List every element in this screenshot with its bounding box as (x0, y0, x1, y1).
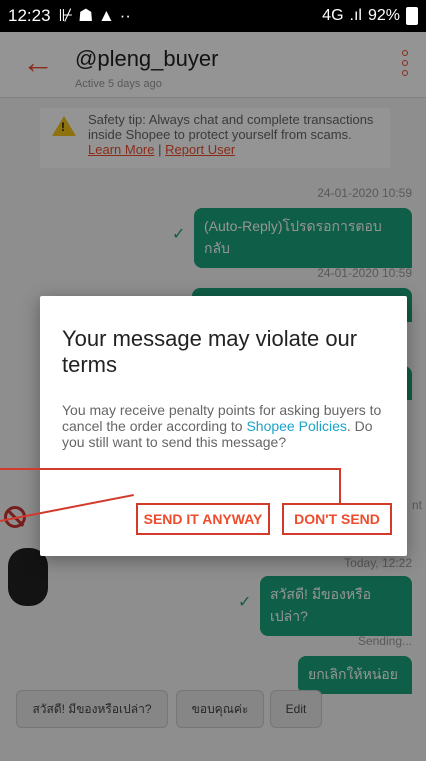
app-screen: 12:23 ⊮ ☗ ▲ ·· 4G .ıl 92% ← @pleng_buyer… (0, 0, 426, 761)
send-anyway-button[interactable]: SEND IT ANYWAY (136, 503, 270, 535)
signal-icon: .ıl (349, 7, 362, 24)
dialog-title: Your message may violate our terms (62, 326, 358, 377)
battery-icon (406, 7, 418, 25)
dialog-message: You may receive penalty points for askin… (62, 402, 382, 450)
status-bar: 12:23 ⊮ ☗ ▲ ·· 4G .ıl 92% (0, 0, 426, 32)
network-indicator: 4G (322, 7, 344, 24)
shopee-policies-link[interactable]: Shopee Policies (246, 418, 346, 434)
annotation-line (339, 468, 341, 504)
battery-percent: 92% (367, 7, 400, 24)
violation-dialog: Your message may violate our terms You m… (40, 296, 407, 556)
dont-send-button[interactable]: DON'T SEND (282, 503, 392, 535)
notification-icons: ⊮ ☗ ▲ ·· (58, 6, 131, 25)
status-time: 12:23 (8, 6, 51, 25)
annotation-line (0, 468, 340, 470)
